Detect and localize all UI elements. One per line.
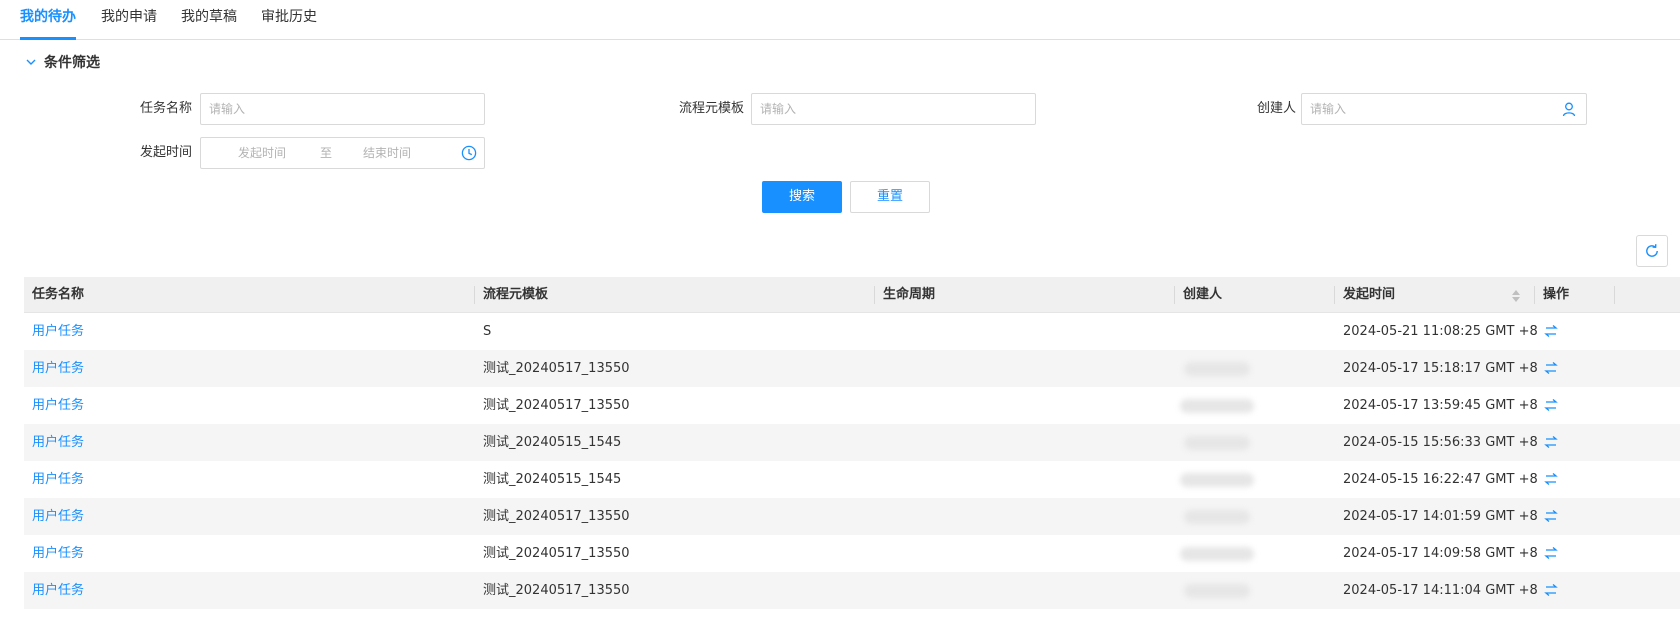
column-start-time[interactable]: 发起时间: [1335, 277, 1395, 313]
template-input[interactable]: [751, 93, 1036, 125]
column-lifecycle: 生命周期: [883, 287, 936, 302]
transfer-icon[interactable]: [1543, 509, 1559, 523]
transfer-icon[interactable]: [1543, 583, 1559, 597]
column-actions: 操作: [1543, 287, 1570, 302]
lifecycle-cell: [875, 461, 883, 498]
creator-redacted: [1180, 473, 1254, 487]
template-cell: 测试_20240517_13550: [483, 509, 630, 524]
task-name-link[interactable]: 用户任务: [24, 424, 84, 461]
start-time-cell: 2024-05-15 16:22:47 GMT +8: [1343, 472, 1538, 487]
column-template: 流程元模板: [483, 287, 549, 302]
creator-redacted: [1184, 436, 1250, 450]
task-name-link[interactable]: 用户任务: [24, 350, 84, 387]
chevron-down-icon: [26, 59, 36, 65]
creator-redacted: [1180, 399, 1254, 413]
table-row: 用户任务 测试_20240517_13550 2024-05-17 14:09:58…: [24, 535, 1680, 572]
range-separator: 至: [320, 146, 333, 160]
transfer-icon[interactable]: [1543, 546, 1559, 560]
start-time-cell: 2024-05-15 15:56:33 GMT +8: [1343, 435, 1538, 450]
creator-redacted: [1180, 547, 1254, 561]
column-creator: 创建人: [1183, 287, 1223, 302]
tab-my-todo[interactable]: 我的待办: [20, 0, 76, 40]
task-name-label: 任务名称: [139, 101, 192, 116]
filter-section-title: 条件筛选: [44, 55, 100, 71]
table-row: 用户任务 测试_20240515_1545 2024-05-15 16:22:47 …: [24, 461, 1680, 498]
task-name-link[interactable]: 用户任务: [24, 461, 84, 498]
refresh-button[interactable]: [1636, 235, 1668, 267]
task-name-link[interactable]: 用户任务: [24, 313, 84, 350]
template-cell: S: [483, 324, 492, 339]
date-range-picker[interactable]: 发起时间 至 结束时间: [200, 137, 485, 169]
creator-redacted: [1184, 362, 1250, 376]
template-cell: 测试_20240517_13550: [483, 546, 630, 561]
lifecycle-cell: [875, 535, 883, 572]
start-time-cell: 2024-05-17 13:59:45 GMT +8: [1343, 398, 1538, 413]
creator-redacted: [1184, 584, 1250, 598]
refresh-icon: [1646, 244, 1658, 257]
table-header: 任务名称 流程元模板 生命周期 创建人 发起时间 操作: [24, 277, 1680, 313]
user-icon[interactable]: [1561, 101, 1577, 117]
table-row: 用户任务 测试_20240515_1545 2024-05-15 15:56:33 …: [24, 424, 1680, 461]
task-name-link[interactable]: 用户任务: [24, 535, 84, 572]
table-body: 用户任务 S 2024-05-21 11:08:25 GMT +8 用户任务 测试_20…: [24, 313, 1680, 609]
task-name-link[interactable]: 用户任务: [24, 387, 84, 424]
template-cell: 测试_20240517_13550: [483, 361, 630, 376]
table-row: 用户任务 测试_20240517_13550 2024-05-17 13:59:45…: [24, 387, 1680, 424]
creator-input[interactable]: [1301, 93, 1587, 125]
task-name-input[interactable]: [200, 93, 485, 125]
template-cell: 测试_20240515_1545: [483, 472, 622, 487]
start-time-cell: 2024-05-17 14:09:58 GMT +8: [1343, 546, 1538, 561]
column-task-name: 任务名称: [32, 287, 85, 302]
lifecycle-cell: [875, 313, 883, 350]
filter-section-toggle[interactable]: 条件筛选: [24, 52, 100, 72]
table-row: 用户任务 S 2024-05-21 11:08:25 GMT +8: [24, 313, 1680, 350]
tab-bar: 我的待办 我的申请 我的草稿 审批历史: [0, 0, 1680, 40]
lifecycle-cell: [875, 387, 883, 424]
search-button[interactable]: 搜索: [762, 181, 842, 213]
transfer-icon[interactable]: [1543, 398, 1559, 412]
column-divider: [1614, 286, 1615, 304]
clock-icon[interactable]: [461, 145, 477, 161]
task-table: 任务名称 流程元模板 生命周期 创建人 发起时间 操作 用户任务 S 2024-05…: [24, 277, 1680, 609]
table-row: 用户任务 测试_20240517_13550 2024-05-17 14:01:59…: [24, 498, 1680, 535]
transfer-icon[interactable]: [1543, 361, 1559, 375]
template-cell: 测试_20240517_13550: [483, 583, 630, 598]
creator-redacted: [1184, 510, 1250, 524]
task-name-link[interactable]: 用户任务: [24, 498, 84, 535]
end-date-placeholder[interactable]: 结束时间: [363, 138, 411, 168]
start-time-cell: 2024-05-17 14:01:59 GMT +8: [1343, 509, 1538, 524]
table-row: 用户任务 测试_20240517_13550 2024-05-17 14:11:04…: [24, 572, 1680, 609]
creator-label: 创建人: [1256, 101, 1296, 116]
start-time-cell: 2024-05-21 11:08:25 GMT +8: [1343, 324, 1538, 339]
start-date-placeholder[interactable]: 发起时间: [238, 138, 286, 168]
lifecycle-cell: [875, 424, 883, 461]
tab-approval-history[interactable]: 审批历史: [261, 0, 317, 40]
tab-my-applications[interactable]: 我的申请: [101, 0, 157, 40]
lifecycle-cell: [875, 498, 883, 535]
table-row: 用户任务 测试_20240517_13550 2024-05-17 15:18:17…: [24, 350, 1680, 387]
reset-button[interactable]: 重置: [850, 181, 930, 213]
template-label: 流程元模板: [678, 101, 744, 116]
start-time-cell: 2024-05-17 14:11:04 GMT +8: [1343, 583, 1538, 598]
tab-my-drafts[interactable]: 我的草稿: [181, 0, 237, 40]
lifecycle-cell: [875, 572, 883, 609]
transfer-icon[interactable]: [1543, 472, 1559, 486]
transfer-icon[interactable]: [1543, 435, 1559, 449]
lifecycle-cell: [875, 350, 883, 387]
task-name-link[interactable]: 用户任务: [24, 572, 84, 609]
start-time-cell: 2024-05-17 15:18:17 GMT +8: [1343, 361, 1538, 376]
sort-icon[interactable]: [1511, 288, 1521, 304]
template-cell: 测试_20240517_13550: [483, 398, 630, 413]
start-time-label: 发起时间: [139, 145, 192, 160]
template-cell: 测试_20240515_1545: [483, 435, 622, 450]
transfer-icon[interactable]: [1543, 324, 1559, 338]
